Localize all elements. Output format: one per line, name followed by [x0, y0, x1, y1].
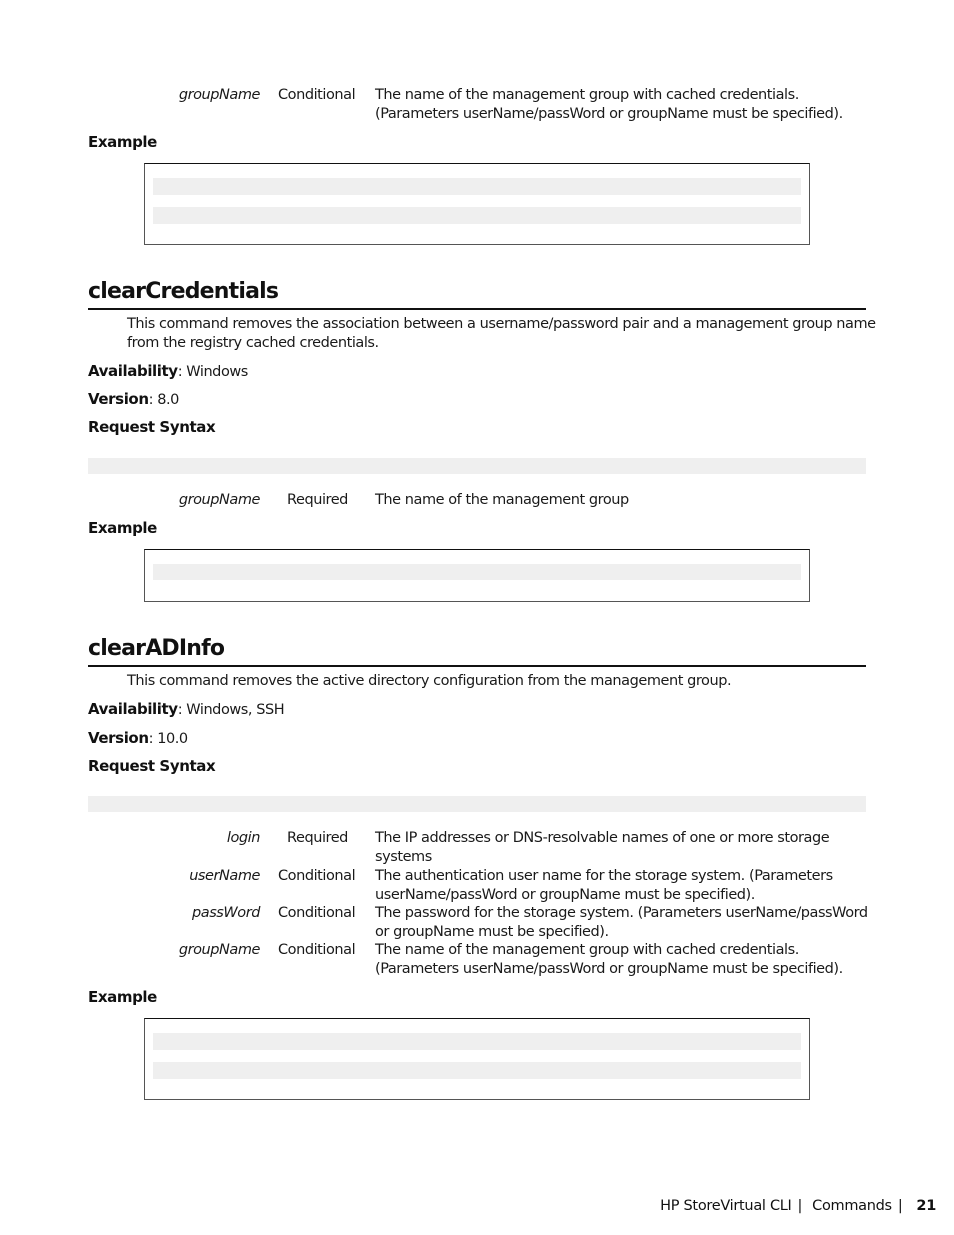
example-heading: Example [88, 988, 157, 1006]
section-title: clearCredentials [88, 279, 279, 304]
example-code-box [144, 1018, 810, 1100]
param-description-line: (Parameters userName/passWord or groupNa… [375, 106, 843, 122]
param-name: login [226, 830, 261, 846]
page-footer: HP StoreVirtual CLI | Commands | 21 [660, 1198, 936, 1214]
param-requirement: Conditional [278, 87, 356, 103]
param-description-line: The IP addresses or DNS-resolvable names… [375, 830, 830, 846]
param-description-line: The password for the storage system. (Pa… [375, 905, 868, 921]
param-name: groupName [178, 942, 261, 958]
code-line-placeholder [153, 564, 801, 580]
version-value: : 8.0 [148, 392, 180, 408]
availability-label: Availability [88, 362, 178, 380]
top-param-row: groupName Conditional The name of the ma… [88, 86, 888, 126]
param-description-line: The name of the management group with ca… [375, 87, 799, 103]
param-requirement: Conditional [278, 868, 356, 884]
version-label: Version [88, 390, 149, 408]
footer-separator: | [797, 1198, 803, 1214]
param-name: passWord [192, 905, 260, 921]
example-code-box [144, 549, 810, 602]
version-label: Version [88, 729, 149, 747]
param-description-line: (Parameters userName/passWord or groupNa… [375, 961, 843, 977]
section-rule [88, 308, 866, 310]
param-requirement: Required [287, 492, 348, 508]
availability-line: Availability: Windows [88, 362, 248, 382]
section-rule [88, 665, 866, 667]
param-row: login Required The IP addresses or DNS-r… [88, 829, 888, 867]
param-row: passWord Conditional The password for th… [88, 904, 888, 942]
param-name: userName [189, 868, 260, 884]
param-description-line: The name of the management group [375, 492, 629, 508]
example-code-box [144, 163, 810, 245]
example-heading: Example [88, 133, 157, 151]
version-value: : 10.0 [148, 731, 189, 747]
version-line: Version: 8.0 [88, 390, 179, 410]
availability-label: Availability [88, 700, 178, 718]
footer-separator: | [897, 1198, 903, 1214]
param-requirement: Required [287, 830, 348, 846]
param-description-line: The name of the management group with ca… [375, 942, 799, 958]
availability-value: : Windows, SSH [177, 702, 285, 718]
request-syntax-code-placeholder [88, 458, 866, 474]
availability-line: Availability: Windows, SSH [88, 700, 285, 720]
param-table: login Required The IP addresses or DNS-r… [88, 829, 888, 981]
section-description-line: from the registry cached credentials. [127, 335, 379, 351]
code-line-placeholder [153, 1033, 801, 1050]
code-line-placeholder [153, 178, 801, 195]
param-requirement: Conditional [278, 905, 356, 921]
param-description-line: systems [375, 849, 432, 865]
code-line-placeholder [153, 1062, 801, 1079]
param-description-line: userName/passWord or groupName must be s… [375, 887, 755, 903]
param-row: groupName Conditional The name of the ma… [88, 941, 888, 979]
example-heading: Example [88, 519, 157, 537]
section-description-line: This command removes the association bet… [127, 316, 876, 332]
footer-chapter: Commands [812, 1198, 892, 1214]
param-name: groupName [178, 87, 261, 103]
request-syntax-code-placeholder [88, 796, 866, 812]
code-line-placeholder [153, 207, 801, 224]
param-row: groupName Required The name of the manag… [88, 491, 888, 511]
request-syntax-heading: Request Syntax [88, 418, 216, 436]
request-syntax-heading: Request Syntax [88, 757, 216, 775]
param-description-line: or groupName must be specified). [375, 924, 609, 940]
param-row: userName Conditional The authentication … [88, 867, 888, 905]
param-description-line: The authentication user name for the sto… [375, 868, 833, 884]
param-name: groupName [178, 492, 261, 508]
footer-product: HP StoreVirtual CLI [660, 1198, 792, 1214]
version-line: Version: 10.0 [88, 729, 188, 749]
param-requirement: Conditional [278, 942, 356, 958]
section-title: clearADInfo [88, 636, 225, 661]
page-number: 21 [916, 1198, 936, 1214]
section-description-line: This command removes the active director… [127, 673, 732, 689]
availability-value: : Windows [177, 364, 249, 380]
